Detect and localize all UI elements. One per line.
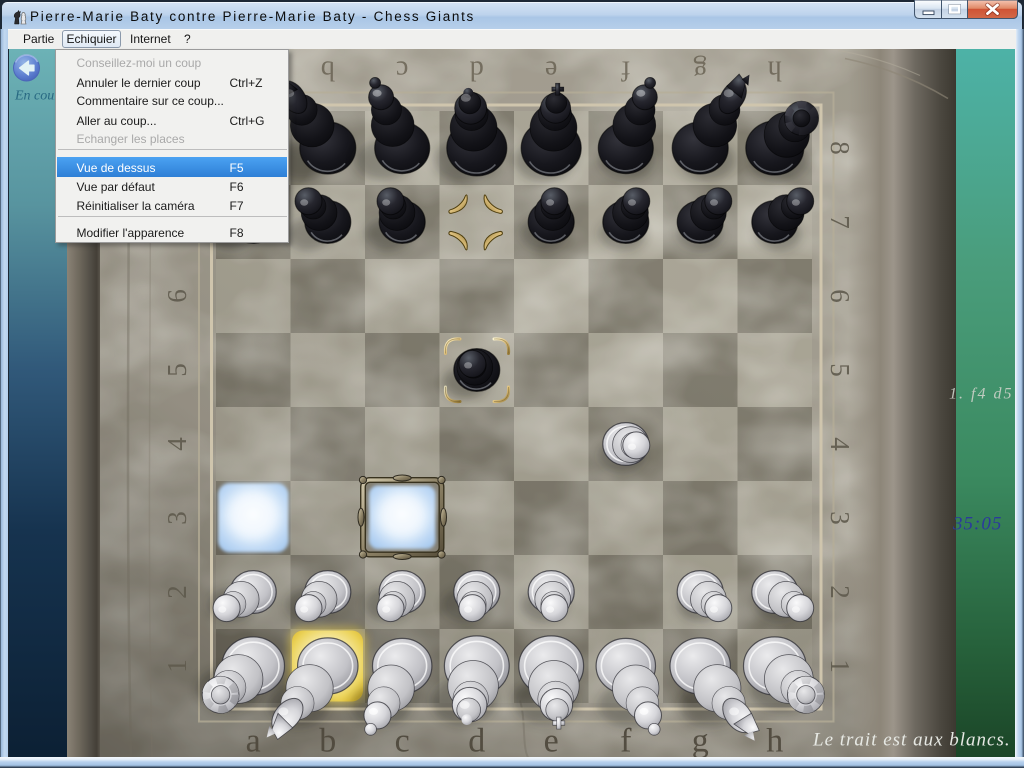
- svg-text:6: 6: [162, 289, 192, 303]
- svg-text:1: 1: [162, 659, 192, 673]
- svg-text:h: h: [768, 54, 782, 85]
- svg-text:c: c: [395, 722, 410, 757]
- svg-text:35:05: 35:05: [952, 513, 1002, 534]
- svg-text:b: b: [319, 722, 336, 757]
- svg-text:4: 4: [162, 436, 192, 450]
- svg-text:Le trait est aux blancs.: Le trait est aux blancs.: [812, 729, 1011, 750]
- svg-text:a: a: [246, 722, 261, 757]
- svg-text:g: g: [693, 54, 707, 85]
- svg-text:3: 3: [825, 511, 855, 525]
- svg-text:2: 2: [825, 585, 855, 599]
- svg-text:6: 6: [825, 289, 855, 303]
- svg-text:f: f: [620, 722, 632, 757]
- svg-text:f: f: [620, 54, 630, 85]
- svg-text:4: 4: [825, 437, 855, 451]
- svg-text:2: 2: [162, 585, 192, 599]
- svg-text:d: d: [470, 54, 484, 85]
- svg-text:5: 5: [825, 363, 855, 377]
- svg-text:b: b: [321, 54, 335, 85]
- svg-text:1. f4 d5: 1. f4 d5: [949, 385, 1013, 402]
- svg-text:7: 7: [825, 215, 855, 229]
- svg-text:5: 5: [162, 363, 192, 377]
- svg-text:1: 1: [825, 659, 855, 673]
- svg-text:h: h: [766, 722, 783, 757]
- svg-text:c: c: [396, 54, 408, 85]
- svg-text:3: 3: [162, 511, 192, 525]
- svg-text:8: 8: [825, 141, 855, 155]
- svg-text:d: d: [468, 722, 485, 757]
- svg-text:e: e: [545, 54, 557, 85]
- svg-text:g: g: [692, 722, 709, 757]
